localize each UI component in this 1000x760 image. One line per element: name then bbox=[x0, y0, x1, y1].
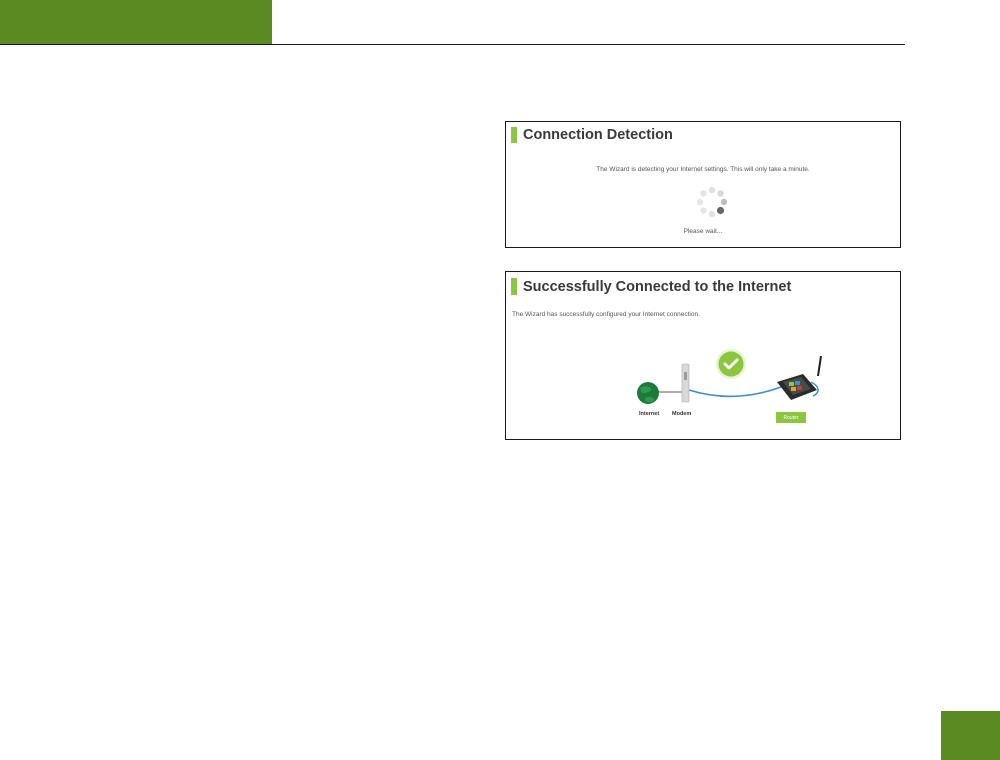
modem-router-cable bbox=[688, 386, 782, 398]
spinner-dot bbox=[716, 206, 725, 215]
header-tab bbox=[0, 0, 272, 44]
router-button[interactable]: Router bbox=[776, 412, 806, 423]
connection-detection-title: Connection Detection bbox=[523, 127, 673, 143]
internet-globe-icon bbox=[637, 382, 659, 404]
spinner-dot bbox=[708, 210, 716, 218]
title-accent-bar bbox=[511, 127, 517, 143]
internet-label: Internet bbox=[639, 411, 660, 417]
header-rule bbox=[0, 44, 905, 45]
modem-label: Modem bbox=[672, 411, 692, 417]
router-icon bbox=[777, 355, 822, 400]
check-badge-icon bbox=[716, 349, 746, 379]
success-message: The Wizard has successfully configured y… bbox=[512, 311, 700, 318]
page-number-tab bbox=[941, 711, 1000, 760]
spinner-dot bbox=[700, 190, 707, 197]
panel-title: Successfully Connected to the Internet bbox=[511, 278, 791, 295]
title-accent-bar bbox=[511, 278, 517, 295]
connection-success-title: Successfully Connected to the Internet bbox=[523, 278, 792, 295]
please-wait-text: Please wait... bbox=[683, 228, 723, 235]
spinner-dot bbox=[708, 186, 716, 194]
detection-message: The Wizard is detecting your Internet se… bbox=[596, 166, 810, 173]
connection-success-panel: Successfully Connected to the Internet T… bbox=[505, 271, 901, 440]
panel-title: Connection Detection bbox=[511, 127, 673, 143]
spinner-dot bbox=[700, 207, 707, 214]
modem-icon bbox=[681, 363, 690, 403]
loading-spinner-icon bbox=[696, 186, 728, 218]
connection-detection-panel: Connection Detection The Wizard is detec… bbox=[505, 121, 901, 248]
spinner-dot bbox=[717, 190, 724, 197]
spinner-dot bbox=[720, 198, 728, 206]
spinner-dot bbox=[696, 198, 704, 206]
